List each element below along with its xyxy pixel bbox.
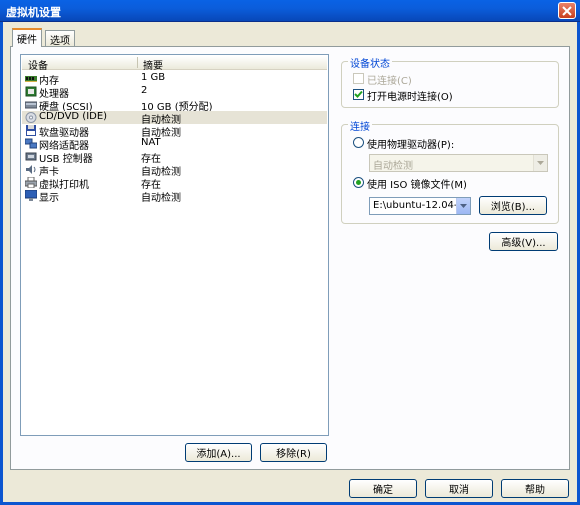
connect-at-power-on-label: 打开电源时连接(O) <box>367 92 453 103</box>
device-summary: 2 <box>141 85 148 96</box>
physical-drive-label: 使用物理驱动器(P): <box>367 140 455 151</box>
advanced-button[interactable]: 高级(V)... <box>489 232 558 251</box>
device-row-memory[interactable]: 内存 1 GB <box>22 72 327 87</box>
chevron-down-icon <box>537 160 544 165</box>
list-header: 设备 摘要 <box>22 56 327 72</box>
device-row-sound-card[interactable]: 声卡 自动检测 <box>22 163 327 178</box>
iso-path-input[interactable]: E:\ubuntu-12.04-de <box>369 197 471 215</box>
usb-icon <box>25 152 37 161</box>
cancel-button[interactable]: 取消 <box>425 479 493 498</box>
dropdown-arrow[interactable] <box>456 198 470 214</box>
close-icon <box>562 5 572 16</box>
tab-options[interactable]: 选项 <box>45 30 75 47</box>
device-row-floppy[interactable]: 软盘驱动器 自动检测 <box>22 124 327 139</box>
device-list[interactable]: 设备 摘要 内存 1 GB 处理器 2 硬盘 (SCSI) 10 GB (预分配… <box>20 54 329 436</box>
cd-dvd-icon <box>25 112 37 123</box>
column-divider[interactable] <box>137 57 138 68</box>
iso-image-label: 使用 ISO 镜像文件(M) <box>367 180 467 191</box>
browse-button[interactable]: 浏览(B)... <box>479 196 547 215</box>
device-status-title: 设备状态 <box>348 55 392 70</box>
close-button[interactable] <box>558 2 576 19</box>
device-name: 显示 <box>39 193 59 204</box>
hard-disk-icon <box>25 101 37 109</box>
physical-drive-select-value: 自动检测 <box>373 161 413 172</box>
connected-checkbox[interactable] <box>353 73 364 84</box>
checkmark-icon <box>354 90 363 98</box>
connect-at-power-on-checkbox[interactable] <box>353 89 364 100</box>
sound-card-icon <box>26 165 36 174</box>
iso-path-value: E:\ubuntu-12.04-de <box>373 200 457 211</box>
device-row-usb[interactable]: USB 控制器 存在 <box>22 150 327 165</box>
device-row-display[interactable]: 显示 自动检测 <box>22 189 327 204</box>
printer-icon <box>25 177 37 188</box>
help-button[interactable]: 帮助 <box>501 479 569 498</box>
ok-button[interactable]: 确定 <box>349 479 417 498</box>
column-header-summary[interactable]: 摘要 <box>143 57 163 72</box>
device-row-network-adapter[interactable]: 网络适配器 NAT <box>22 137 327 152</box>
connected-label: 已连接(C) <box>367 76 412 87</box>
floppy-icon <box>26 125 36 136</box>
display-icon <box>25 190 37 201</box>
iso-image-radio[interactable] <box>353 177 364 188</box>
title-bar: 虚拟机设置 <box>0 0 580 22</box>
dropdown-arrow[interactable] <box>533 155 547 171</box>
cpu-icon <box>25 86 37 97</box>
add-button[interactable]: 添加(A)... <box>185 443 252 462</box>
network-adapter-icon <box>25 138 37 149</box>
window-frame-left <box>0 22 3 505</box>
chevron-down-icon <box>460 203 467 208</box>
window-title: 虚拟机设置 <box>6 6 61 19</box>
remove-button[interactable]: 移除(R) <box>260 443 327 462</box>
device-row-cd-dvd[interactable]: CD/DVD (IDE) 自动检测 <box>22 111 327 126</box>
device-summary: 自动检测 <box>141 193 181 204</box>
device-name: CD/DVD (IDE) <box>39 111 108 122</box>
device-row-hard-disk[interactable]: 硬盘 (SCSI) 10 GB (预分配) <box>22 98 327 113</box>
device-row-printer[interactable]: 虚拟打印机 存在 <box>22 176 327 191</box>
column-header-device[interactable]: 设备 <box>28 57 48 72</box>
radio-selected-dot <box>356 180 361 185</box>
device-summary: 1 GB <box>141 72 166 83</box>
device-summary: NAT <box>141 137 161 148</box>
device-row-processor[interactable]: 处理器 2 <box>22 85 327 100</box>
connection-title: 连接 <box>348 118 372 133</box>
physical-drive-select[interactable]: 自动检测 <box>369 154 548 172</box>
tab-hardware[interactable]: 硬件 <box>12 28 42 47</box>
memory-icon <box>25 76 37 82</box>
physical-drive-radio[interactable] <box>353 137 364 148</box>
